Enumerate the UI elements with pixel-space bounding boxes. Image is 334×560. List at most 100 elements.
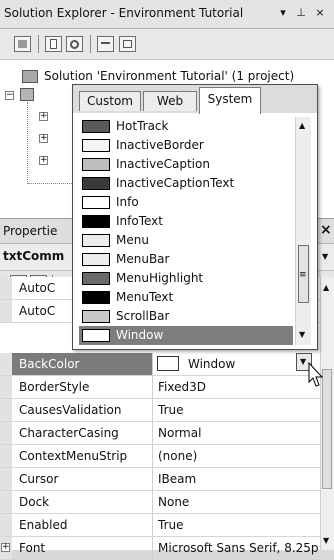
view-designer-icon[interactable] [119, 36, 136, 52]
show-all-files-icon[interactable] [45, 36, 62, 52]
property-value[interactable]: (none) [158, 449, 318, 463]
color-item-menubar[interactable]: MenuBar [79, 250, 293, 269]
color-item-label: InactiveCaptionText [116, 176, 235, 190]
property-name: CharacterCasing [19, 426, 119, 440]
expand-node-icon[interactable]: + [39, 112, 48, 121]
color-item-label: Menu [116, 233, 149, 247]
color-item-label: ScrollBar [116, 309, 170, 323]
property-value[interactable]: Fixed3D [158, 380, 318, 394]
tab-custom[interactable]: Custom [79, 91, 141, 111]
scroll-up-icon[interactable]: ▲ [323, 283, 329, 292]
property-row-dock[interactable]: Dock None [0, 491, 320, 514]
color-item-label: HotTrack [116, 119, 169, 133]
color-list-scrollbar[interactable]: ▲ ≡ ▼ [295, 117, 311, 345]
chevron-down-icon: ▼ [300, 357, 307, 366]
expand-node-icon[interactable]: + [39, 156, 48, 165]
color-picker-popup: Custom Web System HotTrack InactiveBorder… [72, 84, 318, 350]
property-value[interactable]: None [158, 495, 318, 509]
properties-icon[interactable] [14, 36, 31, 52]
tree-guide-line [27, 102, 28, 184]
property-name: BackColor [19, 357, 80, 371]
property-name: Dock [19, 495, 50, 509]
color-item-infotext[interactable]: InfoText [79, 212, 293, 231]
color-swatch-icon [82, 158, 110, 171]
property-row-borderstyle[interactable]: BorderStyle Fixed3D [0, 376, 320, 399]
refresh-icon[interactable] [66, 36, 83, 52]
property-name: BorderStyle [19, 380, 90, 394]
color-item-label: MenuBar [116, 252, 170, 266]
property-name: Font [19, 541, 46, 555]
window-position-dropdown-icon[interactable]: ▾ [276, 6, 290, 20]
color-item-hottrack[interactable]: HotTrack [79, 117, 293, 136]
color-item-label: InfoText [116, 214, 163, 228]
color-item-label: Window [116, 328, 164, 342]
toolbar-separator [38, 35, 39, 53]
scroll-grip-icon: ≡ [299, 270, 307, 280]
color-item-scrollbar[interactable]: ScrollBar [79, 307, 293, 326]
solution-icon [22, 70, 38, 83]
property-grid-scrollbar[interactable]: ▲ ▼ [320, 277, 334, 550]
color-swatch-icon [82, 310, 110, 323]
color-swatch-icon [82, 120, 110, 133]
expand-node-icon[interactable]: + [39, 134, 48, 143]
property-row-enabled[interactable]: Enabled True [0, 514, 320, 537]
color-item-menuhighlight[interactable]: MenuHighlight [79, 269, 293, 288]
toolbar-separator [90, 35, 91, 53]
tab-system[interactable]: System [199, 87, 261, 114]
property-row-causesvalidation[interactable]: CausesValidation True [0, 399, 320, 422]
scroll-up-icon[interactable]: ▲ [299, 121, 305, 130]
object-selector-dropdown-icon[interactable]: ▼ [322, 252, 328, 261]
property-row-charactercasing[interactable]: CharacterCasing Normal [0, 422, 320, 445]
collapse-project-icon[interactable]: − [5, 91, 14, 100]
property-value[interactable]: True [158, 518, 318, 532]
solution-explorer-toolbar [0, 29, 334, 60]
auto-hide-pin-icon[interactable]: ⊥ [294, 6, 308, 20]
property-row-contextmenustrip[interactable]: ContextMenuStrip (none) [0, 445, 320, 468]
solution-explorer-title-bar: Solution Explorer - Environment Tutorial… [0, 0, 334, 29]
property-name: CausesValidation [19, 403, 122, 417]
color-swatch-icon [82, 329, 110, 342]
color-item-info[interactable]: Info [79, 193, 293, 212]
color-item-menu[interactable]: Menu [79, 231, 293, 250]
property-value[interactable]: IBeam [158, 472, 318, 486]
view-code-icon[interactable] [97, 36, 114, 52]
system-color-list: HotTrack InactiveBorder InactiveCaption Ina… [79, 117, 293, 345]
color-swatch-icon [82, 215, 110, 228]
close-solution-explorer-icon[interactable]: × [313, 6, 327, 20]
color-swatch-icon [82, 253, 110, 266]
property-value[interactable]: True [158, 403, 318, 417]
color-item-window[interactable]: Window [79, 326, 293, 345]
color-swatch-icon [82, 272, 110, 285]
property-name: Enabled [19, 518, 68, 532]
property-value[interactable]: Microsoft Sans Serif, 8.25pt [158, 541, 318, 555]
color-swatch-icon [157, 356, 179, 371]
color-tabs: Custom Web System [73, 85, 317, 114]
color-swatch-icon [82, 291, 110, 304]
property-value[interactable]: Normal [158, 426, 318, 440]
tab-web[interactable]: Web [143, 91, 197, 111]
color-item-label: InactiveCaption [116, 157, 210, 171]
color-item-label: MenuHighlight [116, 271, 204, 285]
property-name: Cursor [19, 472, 59, 486]
scroll-down-icon[interactable]: ▼ [323, 536, 329, 545]
scroll-down-icon[interactable]: ▼ [299, 330, 305, 339]
color-swatch-icon [82, 177, 110, 190]
close-properties-icon[interactable]: × [320, 222, 332, 238]
tree-guide-line [28, 183, 72, 184]
mouse-cursor-icon [308, 362, 324, 387]
color-item-inactivecaption[interactable]: InactiveCaption [79, 155, 293, 174]
solution-node-label[interactable]: Solution 'Environment Tutorial' (1 proje… [44, 69, 294, 83]
property-row-font[interactable]: + Font Microsoft Sans Serif, 8.25pt [0, 537, 320, 560]
expand-property-icon[interactable]: + [1, 543, 10, 552]
color-swatch-icon [82, 139, 110, 152]
solution-explorer-title: Solution Explorer - Environment Tutorial [4, 6, 244, 20]
property-row-cursor[interactable]: Cursor IBeam [0, 468, 320, 491]
property-name: ContextMenuStrip [19, 449, 128, 463]
color-swatch-icon [82, 196, 110, 209]
color-item-inactiveborder[interactable]: InactiveBorder [79, 136, 293, 155]
color-item-menutext[interactable]: MenuText [79, 288, 293, 307]
color-item-label: InactiveBorder [116, 138, 204, 152]
property-row-backcolor[interactable]: BackColor Window [0, 353, 320, 376]
properties-title: Propertie [3, 224, 58, 238]
color-item-inactivecaptiontext[interactable]: InactiveCaptionText [79, 174, 293, 193]
